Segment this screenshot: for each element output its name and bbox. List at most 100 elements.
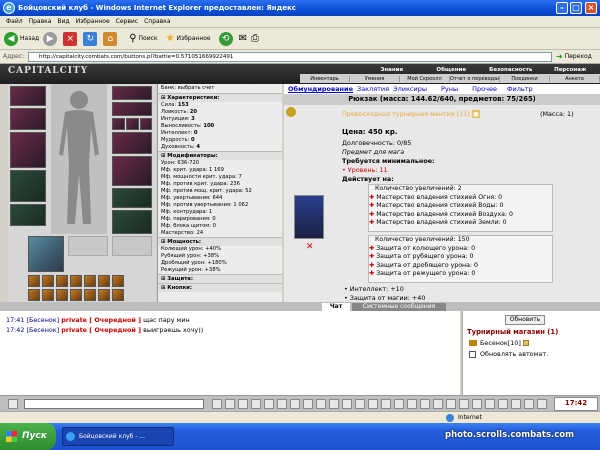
belt-item-14[interactable] [112,289,124,301]
belt-item-4[interactable] [70,275,82,287]
empty-slot-2[interactable] [112,236,152,256]
nav-fights[interactable]: Поединки [500,75,550,82]
menu-favorites[interactable]: Избранное [76,16,110,28]
nav-skills[interactable]: Умения [350,75,400,82]
minimize-button[interactable]: – [556,2,568,14]
belt-item-1[interactable] [28,275,40,287]
belt-slot[interactable] [10,204,46,226]
nav-inventory[interactable]: Инвентарь [300,75,350,82]
chat-nick[interactable]: [Бесенок] [26,326,59,334]
toolbar-icon[interactable] [225,399,235,409]
tab-equipment[interactable]: Обмундирование [288,85,353,93]
chat-send-icon[interactable] [8,399,18,409]
toolbar-icon[interactable] [420,399,430,409]
belt-item-7[interactable] [112,275,124,287]
toolbar-icon[interactable] [251,399,261,409]
search-button[interactable]: ⚲ Поиск [129,33,157,44]
tab-filter[interactable]: Фильтр [507,85,533,93]
toolbar-icon[interactable] [303,399,313,409]
toolbar-icon[interactable] [264,399,274,409]
print-button[interactable]: ⎙ [251,33,259,44]
tournament-user[interactable]: Бесенок[10] [469,339,529,347]
power-header[interactable]: ⊞ Мощность: [158,237,282,246]
belt-item-8[interactable] [28,289,40,301]
pet-slot[interactable] [28,236,64,272]
belt-item-13[interactable] [98,289,110,301]
toolbar-icon[interactable] [485,399,495,409]
auto-update-option[interactable]: Обновлять автомат. [469,350,548,358]
history-button[interactable]: ⟲ [218,31,235,46]
item-image[interactable] [294,195,324,239]
toolbar-icon[interactable] [511,399,521,409]
nav-profile[interactable]: Анкета [550,75,600,82]
toolbar-icon[interactable] [316,399,326,409]
toolbar-icon[interactable] [277,399,287,409]
ring-slot-3[interactable] [140,118,152,130]
nav-transfers[interactable]: Отчет о переводах [450,75,500,82]
belt-item-12[interactable] [84,289,96,301]
toolbar-icon[interactable] [537,399,547,409]
belt-item-10[interactable] [56,289,68,301]
leggings-slot[interactable] [112,188,152,208]
amulet-slot[interactable] [112,102,152,116]
shield-slot[interactable] [112,156,152,186]
ring-slot-1[interactable] [112,118,125,130]
tab-spells[interactable]: Заклятия [357,85,389,93]
menu-view[interactable]: Вид [57,16,69,28]
nav-scroll[interactable]: Мой Скроолл [400,75,450,82]
maximize-button[interactable]: □ [570,2,582,14]
ring-slot-2[interactable] [126,118,139,130]
empty-slot-1[interactable] [68,236,108,256]
chat-nick[interactable]: [Бесенок] [26,316,59,324]
belt-item-9[interactable] [42,289,54,301]
toolbar-icon[interactable] [212,399,222,409]
delete-item-icon[interactable]: ✕ [306,242,314,252]
menu-help[interactable]: Справка [144,16,170,28]
home-button[interactable]: ⌂ [103,31,119,46]
tab-runes[interactable]: Руны [441,85,458,93]
toolbar-icon[interactable] [446,399,456,409]
belt-item-5[interactable] [84,275,96,287]
toolbar-icon[interactable] [407,399,417,409]
go-button[interactable]: ➜ Переход [556,52,592,61]
nav-character[interactable]: Персонаж [541,67,600,73]
forward-button[interactable]: ▶ [43,31,59,46]
bank-link[interactable]: Банк: выбрать счет [158,84,282,93]
defense-header[interactable]: ⊞ Защита: [158,274,282,283]
nav-security[interactable]: Безопасность [481,67,541,73]
tab-other[interactable]: Прочее [472,85,497,93]
auto-update-checkbox[interactable] [469,350,476,358]
toolbar-icon[interactable] [381,399,391,409]
characteristics-header[interactable]: ⊞ Характеристики: [158,93,282,102]
belt-item-6[interactable] [98,275,110,287]
armor-slot[interactable] [10,170,46,202]
belt-item-2[interactable] [42,275,54,287]
toolbar-icon[interactable] [355,399,365,409]
toolbar-icon[interactable] [498,399,508,409]
menu-file[interactable]: Файл [6,16,23,28]
toolbar-icon[interactable] [524,399,534,409]
buttons-header[interactable]: ⊞ Кнопки: [158,283,282,292]
close-button[interactable]: × [585,2,597,14]
nav-knowledge[interactable]: Знания [362,67,422,73]
chat-private[interactable]: private [ Очередной ] [61,316,141,324]
toolbar-icon[interactable] [342,399,352,409]
belt-item-11[interactable] [70,289,82,301]
update-button[interactable]: Обновить [505,315,545,325]
taskbar-ie-window[interactable]: Бойцовский клуб - ... [62,427,174,446]
tab-system-messages[interactable]: Системные сообщения [352,303,446,311]
tab-chat[interactable]: Чат [322,303,350,311]
boots-slot[interactable] [112,210,152,234]
helmet-slot[interactable] [10,86,46,106]
earring-slot[interactable] [112,86,152,100]
toolbar-icon[interactable] [290,399,300,409]
chat-input[interactable] [24,399,204,409]
back-button[interactable]: ◀ Назад [4,31,39,46]
menu-tools[interactable]: Сервис [116,16,138,28]
toolbar-icon[interactable] [433,399,443,409]
info-icon[interactable] [522,340,529,346]
weapon-slot[interactable] [10,132,46,168]
toolbar-icon[interactable] [368,399,378,409]
menu-edit[interactable]: Правка [29,16,52,28]
tab-elixirs[interactable]: Эликсиры [393,85,427,93]
